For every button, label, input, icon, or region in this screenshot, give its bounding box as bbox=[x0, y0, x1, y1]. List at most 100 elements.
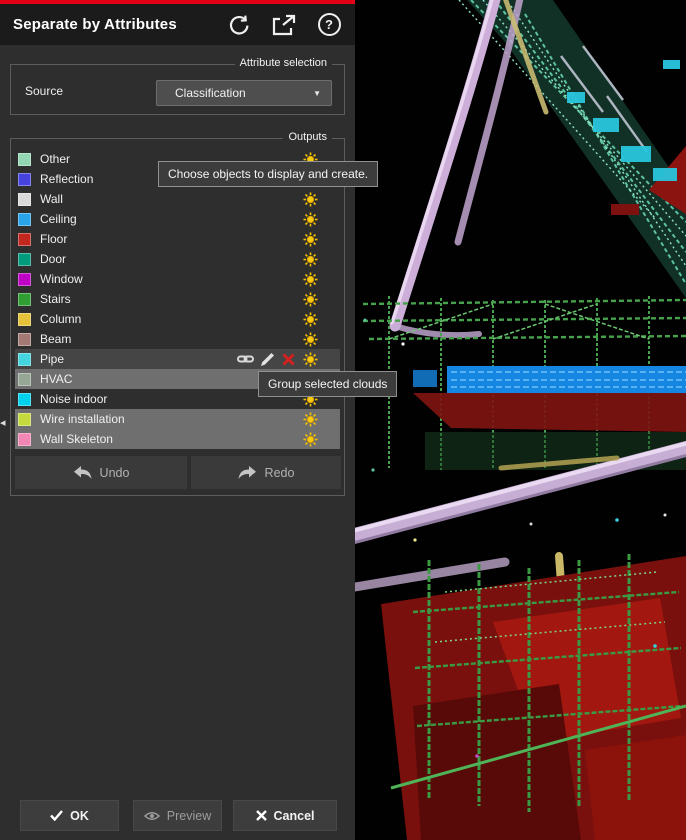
row-right bbox=[303, 412, 318, 427]
row-tools bbox=[237, 352, 295, 366]
attribute-selection-group: Attribute selection Source Classificatio… bbox=[10, 64, 345, 115]
row-right bbox=[303, 292, 318, 307]
collapse-left-arrow-icon[interactable]: ◂ bbox=[0, 412, 10, 432]
undo-label: Undo bbox=[100, 466, 130, 480]
x-icon bbox=[256, 810, 267, 821]
preview-label: Preview bbox=[167, 809, 211, 823]
row-right bbox=[237, 352, 318, 367]
row-right bbox=[303, 272, 318, 287]
class-color-swatch bbox=[18, 153, 31, 166]
class-color-swatch bbox=[18, 233, 31, 246]
sun-visibility-icon[interactable] bbox=[303, 252, 318, 267]
class-color-swatch bbox=[18, 293, 31, 306]
class-color-swatch bbox=[18, 193, 31, 206]
attribute-selection-label: Attribute selection bbox=[235, 57, 332, 69]
class-label: Column bbox=[40, 312, 81, 326]
class-color-swatch bbox=[18, 393, 31, 406]
redo-label: Redo bbox=[265, 466, 295, 480]
link-group-icon[interactable] bbox=[237, 353, 254, 365]
sun-visibility-icon[interactable] bbox=[303, 272, 318, 287]
separate-by-attributes-panel: Separate by Attributes ? Attribute selec… bbox=[0, 0, 355, 840]
class-label: Wire installation bbox=[40, 412, 125, 426]
class-label: Door bbox=[40, 252, 66, 266]
scene-blue-band bbox=[413, 366, 686, 393]
help-icon[interactable]: ? bbox=[316, 12, 342, 38]
class-label: Floor bbox=[40, 232, 67, 246]
tooltip-group: Group selected clouds bbox=[258, 371, 397, 397]
output-row-beam[interactable]: Beam bbox=[15, 329, 340, 349]
sun-visibility-icon[interactable] bbox=[303, 212, 318, 227]
row-right bbox=[303, 432, 318, 447]
titlebar-icons: ? bbox=[226, 12, 342, 38]
cancel-label: Cancel bbox=[274, 809, 315, 823]
class-label: Pipe bbox=[40, 352, 64, 366]
panel-titlebar: Separate by Attributes ? bbox=[0, 4, 355, 45]
check-icon bbox=[50, 810, 63, 821]
tooltip-display: Choose objects to display and create. bbox=[158, 161, 378, 187]
redo-button[interactable]: Redo bbox=[191, 456, 341, 489]
output-row-door[interactable]: Door bbox=[15, 249, 340, 269]
row-right bbox=[303, 212, 318, 227]
sun-visibility-icon[interactable] bbox=[303, 332, 318, 347]
scene-red-floor bbox=[381, 556, 686, 840]
sun-visibility-icon[interactable] bbox=[303, 432, 318, 447]
outputs-group: Outputs Other Reflection Wall bbox=[10, 138, 345, 496]
delete-x-icon[interactable] bbox=[282, 353, 295, 366]
source-label: Source bbox=[25, 84, 63, 98]
sun-visibility-icon[interactable] bbox=[303, 292, 318, 307]
undo-arrow-icon bbox=[73, 466, 92, 480]
outputs-list: Other Reflection Wall bbox=[15, 149, 340, 449]
pointcloud-viewport[interactable] bbox=[355, 0, 686, 840]
class-color-swatch bbox=[18, 253, 31, 266]
class-label: Stairs bbox=[40, 292, 71, 306]
row-right bbox=[303, 312, 318, 327]
sun-visibility-icon[interactable] bbox=[303, 232, 318, 247]
class-color-swatch bbox=[18, 313, 31, 326]
sun-visibility-icon[interactable] bbox=[303, 192, 318, 207]
ok-label: OK bbox=[70, 809, 89, 823]
output-row-pipe[interactable]: Pipe bbox=[15, 349, 340, 369]
class-color-swatch bbox=[18, 273, 31, 286]
chevron-down-icon: ▼ bbox=[313, 89, 321, 98]
sun-visibility-icon[interactable] bbox=[303, 412, 318, 427]
preview-button[interactable]: Preview bbox=[133, 800, 222, 831]
output-row-column[interactable]: Column bbox=[15, 309, 340, 329]
cancel-button[interactable]: Cancel bbox=[233, 800, 337, 831]
source-dropdown-value: Classification bbox=[175, 86, 246, 100]
class-label: Other bbox=[40, 152, 70, 166]
output-row-wire-installation[interactable]: Wire installation bbox=[15, 409, 340, 429]
source-dropdown[interactable]: Classification ▼ bbox=[156, 80, 332, 106]
row-right bbox=[303, 232, 318, 247]
class-label: Reflection bbox=[40, 172, 93, 186]
app-window: Separate by Attributes ? Attribute selec… bbox=[0, 0, 686, 840]
sun-visibility-icon[interactable] bbox=[303, 352, 318, 367]
eye-icon bbox=[144, 811, 160, 821]
row-right bbox=[303, 332, 318, 347]
open-export-icon[interactable] bbox=[271, 12, 297, 38]
panel-title: Separate by Attributes bbox=[13, 16, 177, 33]
class-color-swatch bbox=[18, 213, 31, 226]
edit-pencil-icon[interactable] bbox=[261, 352, 275, 366]
ok-button[interactable]: OK bbox=[20, 800, 119, 831]
question-mark-icon: ? bbox=[318, 13, 341, 36]
class-color-swatch bbox=[18, 433, 31, 446]
reset-view-icon[interactable] bbox=[226, 12, 252, 38]
row-right bbox=[303, 252, 318, 267]
class-label: HVAC bbox=[40, 372, 72, 386]
class-color-swatch bbox=[18, 413, 31, 426]
output-row-ceiling[interactable]: Ceiling bbox=[15, 209, 340, 229]
class-color-swatch bbox=[18, 353, 31, 366]
class-label: Wall bbox=[40, 192, 63, 206]
output-row-wall[interactable]: Wall bbox=[15, 189, 340, 209]
class-label: Wall Skeleton bbox=[40, 432, 113, 446]
sun-visibility-icon[interactable] bbox=[303, 312, 318, 327]
output-row-stairs[interactable]: Stairs bbox=[15, 289, 340, 309]
class-label: Beam bbox=[40, 332, 71, 346]
row-right bbox=[303, 192, 318, 207]
output-row-window[interactable]: Window bbox=[15, 269, 340, 289]
class-label: Window bbox=[40, 272, 83, 286]
class-color-swatch bbox=[18, 373, 31, 386]
output-row-floor[interactable]: Floor bbox=[15, 229, 340, 249]
undo-button[interactable]: Undo bbox=[15, 456, 187, 489]
output-row-wall-skeleton[interactable]: Wall Skeleton bbox=[15, 429, 340, 449]
